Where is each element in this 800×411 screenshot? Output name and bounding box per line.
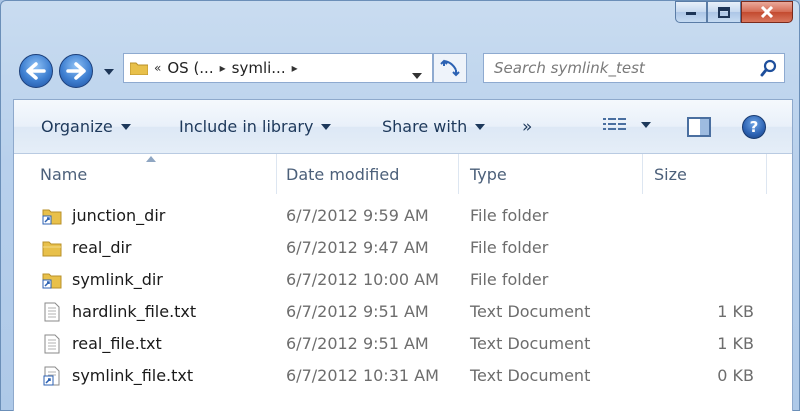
breadcrumb-separator[interactable]: ▸ bbox=[220, 61, 226, 75]
column-header-size[interactable]: Size bbox=[646, 154, 766, 194]
file-row[interactable]: real_file.txt 6/7/2012 9:51 AM Text Docu… bbox=[14, 328, 792, 360]
text-file-icon bbox=[44, 334, 60, 354]
file-name: real_file.txt bbox=[72, 334, 162, 353]
breadcrumb-folder[interactable]: symli... bbox=[232, 59, 286, 77]
share-with-label: Share with bbox=[382, 117, 468, 136]
file-date: 6/7/2012 9:51 AM bbox=[286, 302, 429, 321]
column-divider[interactable] bbox=[642, 154, 643, 194]
preview-pane-icon bbox=[687, 117, 711, 137]
file-name: real_dir bbox=[72, 238, 132, 257]
recent-pages-dropdown[interactable] bbox=[103, 67, 115, 77]
back-button[interactable] bbox=[19, 54, 53, 88]
text-file-shortcut-icon bbox=[43, 366, 60, 386]
column-header-name[interactable]: Name bbox=[32, 154, 276, 194]
file-type: File folder bbox=[470, 206, 549, 225]
folder-icon bbox=[42, 241, 62, 257]
file-name: junction_dir bbox=[72, 206, 166, 225]
refresh-button[interactable] bbox=[433, 53, 467, 83]
column-divider[interactable] bbox=[766, 154, 767, 194]
file-type: File folder bbox=[470, 238, 549, 257]
chevron-down-icon bbox=[641, 122, 651, 128]
file-date: 6/7/2012 9:51 AM bbox=[286, 334, 429, 353]
column-date-label: Date modified bbox=[286, 164, 400, 184]
forward-arrow-icon bbox=[66, 62, 86, 80]
details-view-icon bbox=[603, 118, 626, 130]
column-size-label: Size bbox=[654, 164, 687, 184]
file-row[interactable]: symlink_file.txt 6/7/2012 10:31 AM Text … bbox=[14, 360, 792, 392]
change-view-button[interactable] bbox=[603, 117, 651, 133]
column-divider[interactable] bbox=[276, 154, 277, 194]
address-bar[interactable]: « OS (... ▸ symli... ▸ bbox=[123, 53, 433, 83]
close-icon bbox=[760, 6, 774, 18]
file-name: symlink_dir bbox=[72, 270, 163, 289]
text-file-icon bbox=[44, 302, 60, 322]
file-date: 6/7/2012 10:00 AM bbox=[286, 270, 439, 289]
maximize-button[interactable] bbox=[707, 1, 741, 23]
column-name-label: Name bbox=[40, 164, 88, 184]
more-commands-label: » bbox=[522, 117, 533, 137]
chevron-down-icon bbox=[104, 69, 114, 75]
column-divider[interactable] bbox=[458, 154, 459, 194]
file-row[interactable]: hardlink_file.txt 6/7/2012 9:51 AM Text … bbox=[14, 296, 792, 328]
file-type: Text Document bbox=[470, 366, 591, 385]
file-type: Text Document bbox=[470, 302, 591, 321]
file-size: 0 KB bbox=[717, 366, 754, 385]
preview-pane-button[interactable] bbox=[687, 117, 711, 141]
include-in-library-button[interactable]: Include in library bbox=[179, 117, 332, 136]
content-pane: Organize Include in library Share with » bbox=[13, 99, 793, 411]
address-history-dropdown[interactable] bbox=[412, 65, 422, 83]
help-button[interactable]: ? bbox=[742, 115, 766, 139]
refresh-icon bbox=[440, 59, 460, 77]
breadcrumb-separator[interactable]: ▸ bbox=[292, 61, 298, 75]
navigation-bar: « OS (... ▸ symli... ▸ bbox=[1, 45, 800, 97]
file-size: 1 KB bbox=[717, 334, 754, 353]
close-button[interactable] bbox=[741, 1, 793, 23]
search-box bbox=[483, 53, 785, 83]
breadcrumb-drive[interactable]: OS (... bbox=[167, 59, 213, 77]
file-name: hardlink_file.txt bbox=[72, 302, 197, 321]
breadcrumb-overflow[interactable]: « bbox=[154, 61, 161, 75]
chevron-down-icon bbox=[120, 123, 131, 130]
file-name: symlink_file.txt bbox=[72, 366, 194, 385]
chevron-down-icon bbox=[475, 123, 486, 130]
search-input[interactable] bbox=[484, 54, 754, 82]
column-header-date[interactable]: Date modified bbox=[278, 154, 458, 194]
column-type-label: Type bbox=[470, 164, 507, 184]
file-date: 6/7/2012 9:59 AM bbox=[286, 206, 429, 225]
file-date: 6/7/2012 9:47 AM bbox=[286, 238, 429, 257]
file-date: 6/7/2012 10:31 AM bbox=[286, 366, 439, 385]
include-in-library-label: Include in library bbox=[179, 117, 314, 136]
file-type: Text Document bbox=[470, 334, 591, 353]
folder-shortcut-icon bbox=[42, 273, 62, 289]
folder-shortcut-icon bbox=[42, 209, 62, 225]
maximize-icon bbox=[718, 6, 730, 18]
minimize-button[interactable] bbox=[675, 1, 707, 23]
file-row[interactable]: real_dir 6/7/2012 9:47 AM File folder bbox=[14, 232, 792, 264]
explorer-window: « OS (... ▸ symli... ▸ Organize bbox=[0, 0, 800, 411]
file-type: File folder bbox=[470, 270, 549, 289]
share-with-button[interactable]: Share with bbox=[382, 117, 486, 136]
file-row[interactable]: junction_dir 6/7/2012 9:59 AM File folde… bbox=[14, 200, 792, 232]
search-icon[interactable] bbox=[754, 59, 784, 77]
forward-button[interactable] bbox=[59, 54, 93, 88]
folder-icon bbox=[130, 62, 148, 75]
help-icon: ? bbox=[749, 118, 759, 136]
more-commands-button[interactable]: » bbox=[522, 117, 532, 137]
file-row[interactable]: symlink_dir 6/7/2012 10:00 AM File folde… bbox=[14, 264, 792, 296]
command-bar: Organize Include in library Share with » bbox=[14, 100, 792, 154]
column-header-type[interactable]: Type bbox=[462, 154, 642, 194]
minimize-icon bbox=[686, 12, 696, 15]
file-size: 1 KB bbox=[717, 302, 754, 321]
window-controls bbox=[675, 1, 793, 27]
organize-button[interactable]: Organize bbox=[41, 117, 131, 136]
chevron-down-icon bbox=[321, 123, 332, 130]
chevron-down-icon bbox=[412, 73, 422, 79]
back-arrow-icon bbox=[26, 62, 46, 80]
organize-label: Organize bbox=[41, 117, 113, 136]
